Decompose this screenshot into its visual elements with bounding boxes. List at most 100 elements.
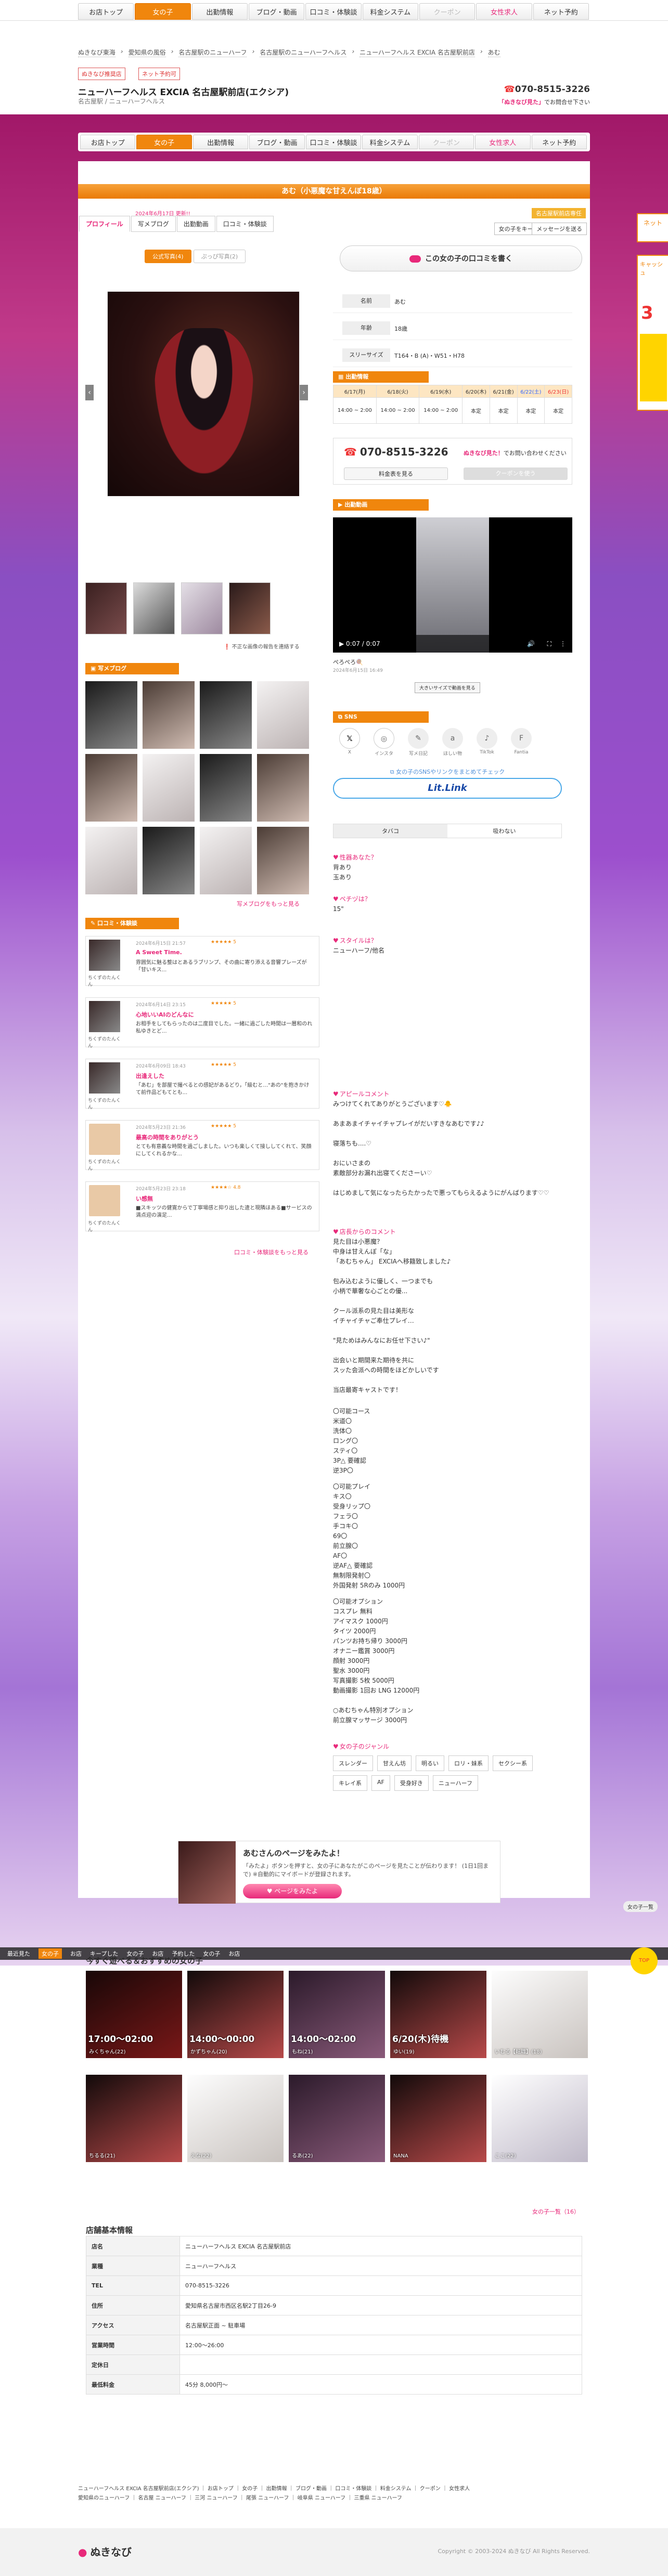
rec-girl-card[interactable]: いむる【転職】(18) [492, 1971, 588, 2058]
history-bar-item[interactable]: キープした [90, 1949, 118, 1958]
review-more-link[interactable]: 口コミ・体験談をもっと見る [234, 1248, 309, 1256]
nav-item-4[interactable]: 口コミ・体験談 [305, 3, 362, 20]
review-item[interactable]: ちくずのたんくん 2024年6月14日 23:15 ★★★★★ 5 心地いいAIのどん… [85, 997, 319, 1049]
review-item[interactable]: ちくずのたんくん 2024年6月09日 18:43 ★★★★★ 5 出逢えした 「あむ」… [85, 1059, 319, 1110]
fullscreen-icon[interactable]: ⛶ [547, 635, 551, 653]
sns-item[interactable]: F Fantia [511, 728, 532, 757]
message-button[interactable]: メッセージを送る [532, 223, 587, 235]
rec-girl-card[interactable]: えな(22) [187, 2075, 284, 2162]
nav-item-5[interactable]: 料金システム [362, 135, 418, 149]
play-icon[interactable]: ▶ [339, 640, 346, 647]
blog-thumb[interactable] [200, 754, 252, 822]
fantia-icon[interactable]: F [511, 728, 532, 749]
genre-chip[interactable]: スレンダー [333, 1755, 373, 1771]
next-photo-arrow[interactable]: › [300, 385, 308, 400]
fee-button[interactable]: 料金表を見る [344, 467, 448, 480]
history-bar-item[interactable]: 予約した [172, 1949, 195, 1958]
page-seen-button[interactable]: ♥ ページをみたよ [243, 1884, 342, 1898]
footer-links-1[interactable]: ニューハーフヘルス EXCIA 名古屋駅前店(エクシア) ｜ お店トップ ｜ 女… [78, 2484, 590, 2494]
coupon-button[interactable]: クーポンを使う [464, 467, 568, 480]
genre-chip[interactable]: 明るい [416, 1755, 444, 1771]
breadcrumb-item[interactable]: ぬきなび東海 [78, 48, 115, 57]
blog-thumb[interactable] [200, 827, 252, 894]
footer-links-2[interactable]: 愛知県のニューハーフ ｜ 名古屋 ニューハーフ ｜ 三河 ニューハーフ ｜ 尾張… [78, 2494, 590, 2503]
nav-item-8[interactable]: ネット予約 [531, 135, 587, 149]
review-item[interactable]: ちくずのたんくん 2024年6月15日 21:57 ★★★★★ 5 A Sweet T… [85, 936, 319, 987]
video-player[interactable]: ▶ 0:07 / 0:07 🔊 ⛶ ⋮ [333, 517, 572, 653]
side-tab-net[interactable]: ネット [637, 213, 668, 242]
tiktok-icon[interactable]: ♪ [477, 728, 497, 749]
blog-thumb[interactable] [200, 681, 252, 749]
photo-subtab-1[interactable]: ぷっぴ写真(2) [193, 250, 246, 263]
blog-thumb[interactable] [85, 827, 137, 894]
sns-item[interactable]: ♪ TikTok [477, 728, 497, 757]
video-controls[interactable]: ▶ 0:07 / 0:07 🔊 ⛶ ⋮ [333, 635, 572, 653]
thumbnail[interactable] [229, 582, 271, 634]
thumbnail[interactable] [85, 582, 127, 634]
nav-item-0[interactable]: お店トップ [80, 135, 136, 149]
contact-tel[interactable]: 070-8515-3226 [344, 446, 448, 458]
photo-subtab-0[interactable]: 公式写真(4) [145, 250, 191, 263]
tab-1[interactable]: 写メブログ [131, 216, 176, 232]
girl-list-float-link[interactable]: 女の子一覧 [623, 1901, 658, 1912]
rec-girl-card[interactable]: 6/20(木)待機 ゆい(19) [390, 1971, 486, 2058]
tab-3[interactable]: 口コミ・体験談 [216, 216, 274, 232]
genre-chip[interactable]: セクシー系 [493, 1755, 533, 1771]
breadcrumb-item[interactable]: 愛知県の風俗 [128, 48, 166, 57]
genre-chip[interactable]: キレイ系 [333, 1775, 367, 1791]
nav-item-3[interactable]: ブログ・動画 [248, 3, 305, 20]
genre-chip[interactable]: AF [371, 1775, 390, 1791]
tab-0[interactable]: プロフィール [79, 216, 130, 232]
rec-girl-card[interactable]: ここ(22) [492, 2075, 588, 2162]
review-item[interactable]: ちくずのたんくん 2024年5月23日 23:18 ★★★★☆ 4.8 い感無 ■スキッ… [85, 1181, 319, 1233]
review-item[interactable]: ちくずのたんくん 2024年5月23日 21:36 ★★★★★ 5 最高の時間をありが… [85, 1120, 319, 1172]
sns-item[interactable]: ◎ インスタ [374, 728, 394, 757]
rec-girl-card[interactable]: 14:00～00:00 かずちゃん(20) [187, 1971, 284, 2058]
shop-name[interactable]: ニューハーフヘルス EXCIA 名古屋駅前店(エクシア) [78, 85, 289, 98]
nav-item-2[interactable]: 出勤情報 [192, 135, 249, 149]
write-review-button[interactable]: この女の子の口コミを書く [340, 245, 582, 271]
thumbnail[interactable] [181, 582, 223, 634]
x-icon[interactable]: 𝕏 [339, 728, 360, 749]
nav-item-1[interactable]: 女の子 [135, 3, 191, 20]
prev-photo-arrow[interactable]: ‹ [85, 385, 94, 400]
-icon[interactable]: ◎ [374, 728, 394, 749]
breadcrumb-item[interactable]: ニューハーフヘルス EXCIA 名古屋駅前店 [359, 48, 475, 57]
history-bar-item[interactable]: お店 [152, 1949, 163, 1958]
-icon[interactable]: ✎ [408, 728, 429, 749]
history-bar-item[interactable]: 女の子 [38, 1948, 62, 1959]
nav-item-6[interactable]: クーポン [418, 135, 474, 149]
litlink-button[interactable]: Lit.Link [333, 778, 562, 799]
nav-item-5[interactable]: 料金システム [362, 3, 418, 20]
blog-thumb[interactable] [143, 681, 195, 749]
history-bar-item[interactable]: 最近見た [7, 1949, 30, 1958]
blog-thumb[interactable] [257, 681, 309, 749]
history-bar-item[interactable]: 女の子 [203, 1949, 220, 1958]
sns-item[interactable]: ✎ 写メ日記 [408, 728, 429, 757]
genre-chip[interactable]: ニューハーフ [432, 1775, 478, 1791]
nav-item-3[interactable]: ブログ・動画 [249, 135, 305, 149]
nav-item-0[interactable]: お店トップ [78, 3, 134, 20]
recs-more-link[interactable]: 女の子一覧（16） [532, 2207, 580, 2216]
shop-tel[interactable]: ☎070-8515-3226 [504, 84, 590, 95]
blog-more-link[interactable]: 写メブログをもっと見る [237, 900, 300, 908]
breadcrumb-item[interactable]: 名古屋駅のニューハーフ [178, 48, 247, 57]
page-top-button[interactable]: TOP [631, 1947, 658, 1974]
nav-item-2[interactable]: 出勤情報 [191, 3, 248, 20]
history-bar-item[interactable]: お店 [70, 1949, 82, 1958]
blog-thumb[interactable] [257, 754, 309, 822]
rec-girl-card[interactable]: NANA [390, 2075, 486, 2162]
nav-item-7[interactable]: 女性求人 [475, 135, 531, 149]
genre-chip[interactable]: 甘えん坊 [377, 1755, 412, 1771]
blog-thumb[interactable] [143, 827, 195, 894]
blog-thumb[interactable] [85, 681, 137, 749]
rec-girl-card[interactable]: ちるる(21) [86, 2075, 182, 2162]
volume-icon[interactable]: 🔊 [527, 635, 535, 653]
blog-thumb[interactable] [85, 754, 137, 822]
history-bar-item[interactable]: 女の子 [126, 1949, 144, 1958]
footer-logo[interactable]: ぬきなび [78, 2544, 132, 2559]
rec-girl-card[interactable]: 14:00～02:00 もね(21) [289, 1971, 385, 2058]
blog-thumb[interactable] [143, 754, 195, 822]
side-tab-cash[interactable]: キャッシュ 3 [637, 255, 668, 411]
rec-girl-card[interactable]: るあ(22) [289, 2075, 385, 2162]
